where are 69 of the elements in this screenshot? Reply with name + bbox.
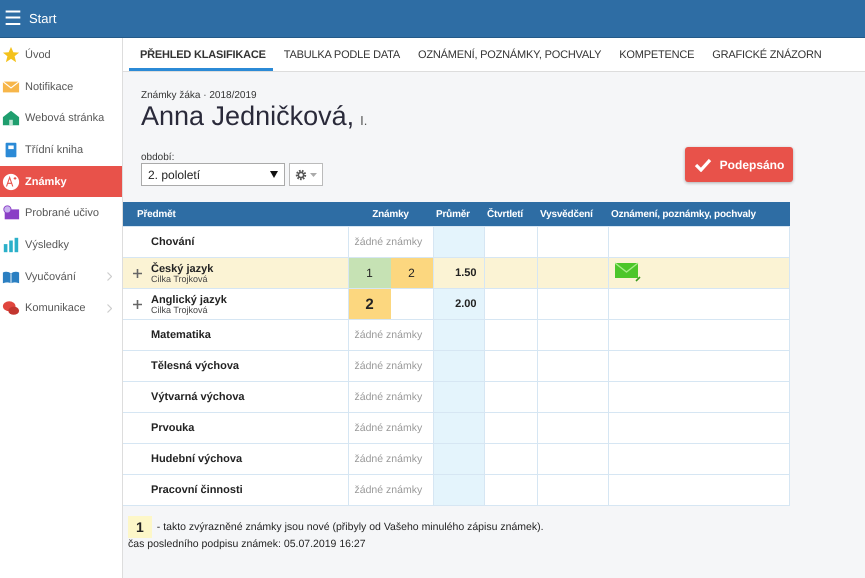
sidebar-item[interactable]: Známky — [0, 166, 122, 198]
column-header: Oznámení, poznámky, pochvaly — [608, 202, 790, 226]
chevron-icon — [107, 304, 112, 313]
column-header: Vysvědčení — [537, 202, 608, 226]
chevron-icon — [107, 272, 112, 282]
caret-icon — [310, 172, 317, 176]
house-icon — [2, 109, 20, 128]
checkmark-icon — [694, 158, 712, 172]
settings-icon — [295, 168, 307, 180]
grade-icon — [2, 172, 20, 191]
subject-name: Prvouka — [151, 422, 194, 434]
no-grades-text: žádné známky — [354, 422, 424, 434]
teacher-name: Cilka Trojková — [151, 306, 208, 314]
subtitle: Známky žáka · 2018/2019 — [141, 90, 258, 101]
tab[interactable]: PŘEHLED KLASIFIKACE — [129, 38, 273, 71]
sidebar-item[interactable]: Webová stránka — [0, 102, 122, 134]
period-label: období: — [141, 152, 176, 163]
no-grades-text: žádné známky — [354, 484, 424, 496]
star-icon — [2, 46, 20, 64]
legend-text: - takto zvýrazněné známky jsou nové (přibyly od Vašeho minulého zápisu známek). — [156, 521, 544, 533]
average-value: 2.00 — [455, 298, 476, 310]
student-name: Anna Jedničková, — [141, 101, 354, 132]
grade-mark[interactable]: 2 — [390, 258, 432, 288]
average-value: 1.50 — [455, 267, 476, 279]
sidebar-item[interactable]: Notifikace — [0, 70, 122, 102]
chat-bubbles-icon — [2, 299, 20, 318]
new-grade-sample: 1 — [128, 516, 152, 538]
dropdown-arrow-icon — [270, 171, 278, 178]
no-grades-text: žádné známky — [354, 329, 424, 341]
expand-icon[interactable] — [132, 268, 142, 278]
monitor-icon — [2, 204, 20, 222]
subject-name: Chování — [151, 236, 194, 248]
tab[interactable]: GRAFICKÉ ZNÁZORN — [701, 38, 829, 71]
period-select[interactable]: 2. pololetí — [141, 163, 285, 186]
settings-dropdown[interactable] — [289, 163, 323, 186]
column-header: Průměr — [433, 202, 484, 226]
sidebar-item[interactable]: Vyučování — [0, 260, 122, 292]
last-signature-text: čas posledního podpisu známek: 05.07.2019 16:27 — [128, 538, 367, 550]
subject-name: Hudební výchova — [151, 453, 242, 465]
tab[interactable]: TABULKA PODLE DATA — [272, 38, 407, 71]
no-grades-text: žádné známky — [354, 236, 424, 248]
menu-icon[interactable]: ☰ — [4, 8, 22, 28]
subject-name: Anglický jazyk — [151, 294, 227, 306]
column-header: Čtvrtletí — [484, 202, 537, 226]
no-grades-text: žádné známky — [354, 360, 424, 372]
app-title: Start — [29, 11, 56, 26]
bar-chart-icon — [2, 236, 20, 254]
sidebar-item[interactable]: Probrané učivo — [0, 197, 122, 230]
sidebar-item[interactable]: Úvod — [0, 39, 122, 71]
sidebar-item[interactable]: Výsledky — [0, 229, 122, 261]
subject-name: Český jazyk — [151, 262, 214, 274]
signed-button[interactable]: Podepsáno — [685, 147, 793, 182]
subject-name: Pracovní činnosti — [151, 484, 243, 496]
grade-mark[interactable]: 2 — [348, 289, 390, 319]
column-header: Známky — [348, 202, 433, 226]
teacher-name: Cilka Trojková — [151, 274, 208, 284]
grade-mark[interactable]: 1 — [348, 258, 390, 288]
tab[interactable]: KOMPETENCE — [608, 38, 702, 71]
sidebar-item[interactable]: Třídní kniha — [0, 134, 122, 166]
no-grades-text: žádné známky — [354, 391, 424, 403]
subject-name: Matematika — [151, 329, 211, 341]
expand-icon[interactable] — [132, 300, 142, 308]
class-label: I. — [360, 113, 368, 128]
subject-name: Výtvarná výchova — [151, 391, 245, 403]
tab[interactable]: OZNÁMENÍ, POZNÁMKY, POCHVALY — [406, 38, 608, 71]
sidebar-item[interactable]: Komunikace — [0, 292, 122, 324]
subject-name: Tělesná výchova — [151, 360, 240, 372]
no-grades-text: žádné známky — [354, 453, 424, 465]
column-header: Předmět — [123, 202, 348, 226]
